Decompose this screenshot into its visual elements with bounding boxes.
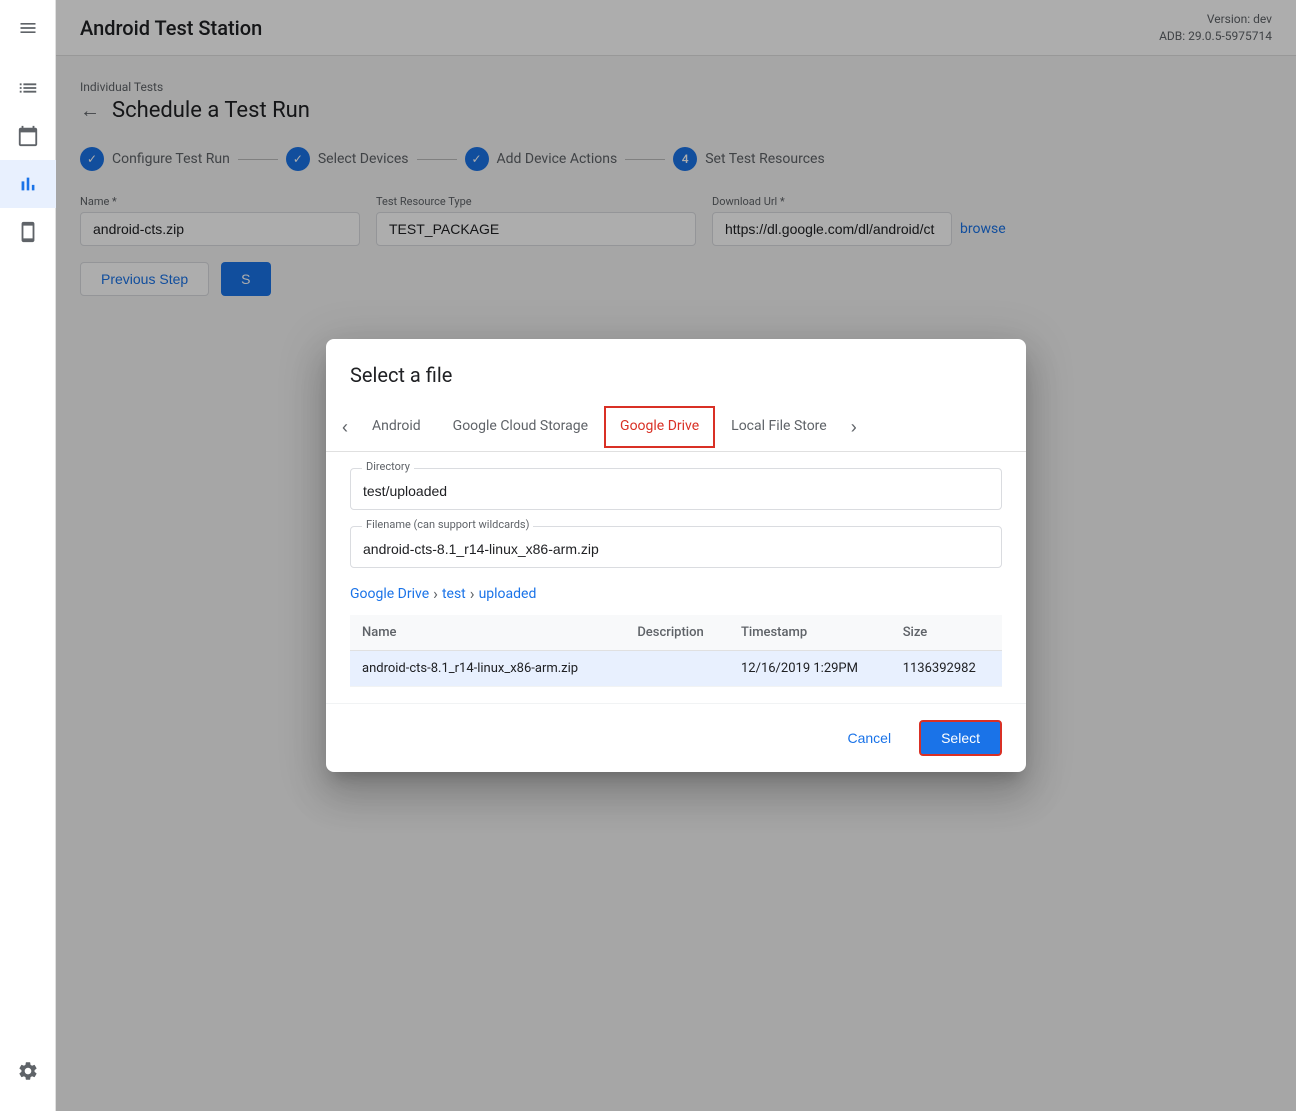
sidebar-item-settings[interactable] — [0, 1047, 56, 1095]
file-path-uploaded[interactable]: uploaded — [479, 586, 537, 602]
tabs-next-button[interactable]: › — [843, 403, 865, 451]
sidebar-settings[interactable] — [0, 1047, 56, 1095]
tab-google-cloud-storage[interactable]: Google Cloud Storage — [437, 406, 604, 448]
col-description: Description — [625, 615, 729, 651]
sidebar-item-calendar[interactable] — [0, 112, 56, 160]
filename-group: Filename (can support wildcards) — [350, 526, 1002, 568]
tabs-prev-button[interactable]: ‹ — [334, 403, 356, 451]
tab-local-file-store[interactable]: Local File Store — [715, 406, 843, 448]
dialog-body: Directory Filename (can support wildcard… — [326, 452, 1026, 703]
sidebar-item-list[interactable] — [0, 64, 56, 112]
directory-label: Directory — [362, 460, 414, 473]
file-name: android-cts-8.1_r14-linux_x86-arm.zip — [350, 651, 625, 687]
file-table: Name Description Timestamp Size android-… — [350, 615, 1002, 687]
file-path-test[interactable]: test — [442, 586, 466, 602]
filename-label: Filename (can support wildcards) — [362, 518, 533, 531]
table-header-row: Name Description Timestamp Size — [350, 615, 1002, 651]
dialog-footer: Cancel Select — [326, 703, 1026, 772]
select-file-dialog: Select a file ‹ Android Google Cloud Sto… — [326, 339, 1026, 772]
file-path-google-drive[interactable]: Google Drive — [350, 586, 429, 602]
directory-group: Directory — [350, 468, 1002, 510]
dialog-title: Select a file — [326, 339, 1026, 403]
file-path: Google Drive › test › uploaded — [350, 584, 1002, 603]
sidebar-item-phone[interactable] — [0, 208, 56, 256]
menu-icon[interactable] — [0, 0, 56, 56]
filename-input[interactable] — [350, 526, 1002, 568]
select-button[interactable]: Select — [919, 720, 1002, 756]
sidebar-item-chart[interactable] — [0, 160, 56, 208]
table-row[interactable]: android-cts-8.1_r14-linux_x86-arm.zip 12… — [350, 651, 1002, 687]
tabs-row: ‹ Android Google Cloud Storage Google Dr… — [326, 403, 1026, 452]
file-path-sep-2: › — [470, 584, 475, 603]
sidebar-nav — [0, 64, 56, 1047]
dialog-overlay: Select a file ‹ Android Google Cloud Sto… — [56, 0, 1296, 1111]
col-size: Size — [891, 615, 1002, 651]
col-timestamp: Timestamp — [729, 615, 891, 651]
sidebar — [0, 0, 56, 1111]
file-path-sep-1: › — [433, 584, 438, 603]
tab-google-drive[interactable]: Google Drive — [604, 406, 715, 448]
directory-input[interactable] — [350, 468, 1002, 510]
file-size: 1136392982 — [891, 651, 1002, 687]
file-timestamp: 12/16/2019 1:29PM — [729, 651, 891, 687]
cancel-button[interactable]: Cancel — [835, 722, 903, 754]
file-description — [625, 651, 729, 687]
col-name: Name — [350, 615, 625, 651]
tab-android[interactable]: Android — [356, 406, 437, 448]
